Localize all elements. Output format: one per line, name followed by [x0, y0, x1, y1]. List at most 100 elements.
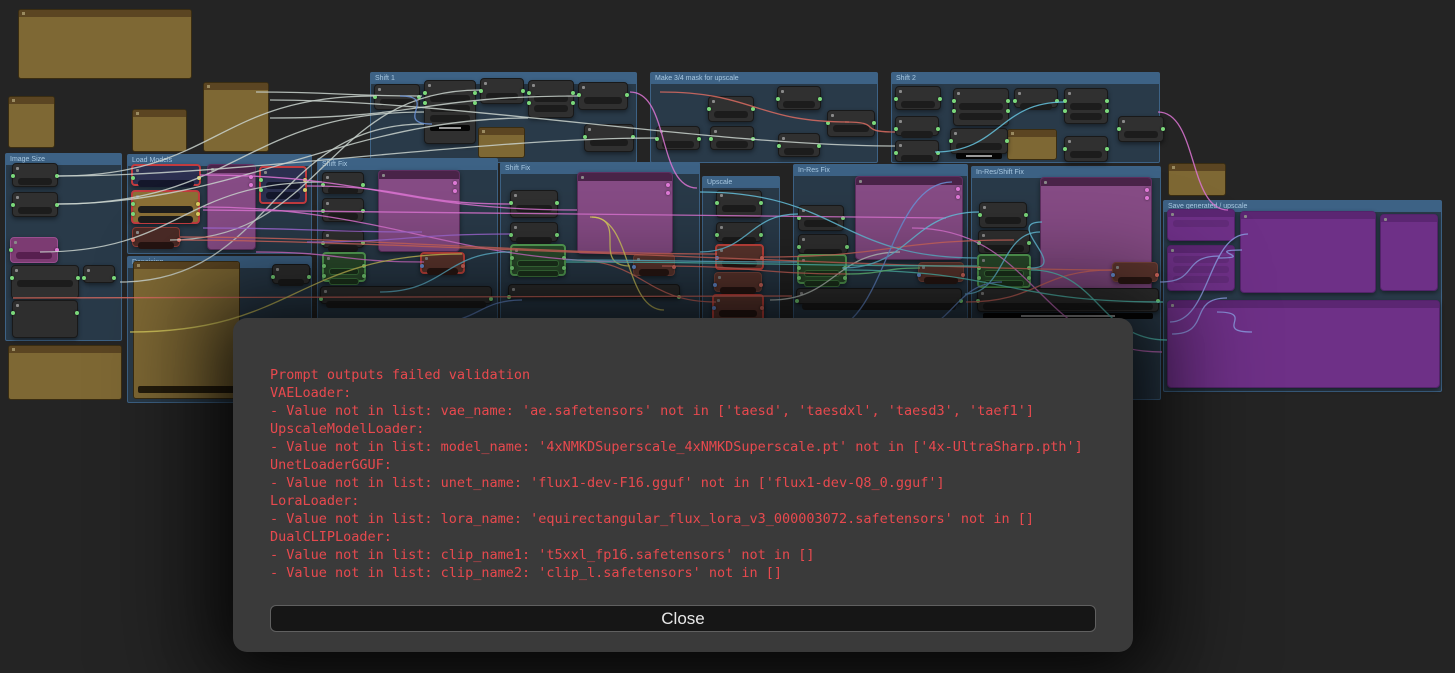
output-port[interactable]	[417, 95, 421, 99]
node-widget[interactable]	[18, 207, 52, 214]
seed-widget[interactable]	[430, 125, 470, 131]
graph-node[interactable]	[716, 222, 762, 242]
note-node[interactable]	[1168, 163, 1226, 196]
input-port[interactable]	[713, 283, 717, 287]
graph-node[interactable]	[510, 244, 566, 276]
node-widget[interactable]	[959, 113, 1003, 120]
input-port[interactable]	[583, 135, 587, 139]
output-port[interactable]	[521, 89, 525, 93]
input-port[interactable]	[321, 183, 325, 187]
graph-node[interactable]	[1064, 136, 1108, 162]
node-widget[interactable]	[804, 280, 840, 287]
node-widget[interactable]	[639, 269, 669, 276]
graph-node[interactable]	[895, 140, 939, 162]
input-port[interactable]	[632, 265, 636, 269]
graph-node[interactable]	[584, 124, 634, 152]
note-node[interactable]	[18, 9, 192, 79]
output-port[interactable]	[197, 176, 201, 180]
output-port[interactable]	[872, 121, 876, 125]
graph-node[interactable]	[272, 264, 310, 284]
graph-node[interactable]	[578, 82, 628, 110]
node-widget[interactable]	[804, 270, 840, 277]
graph-node[interactable]	[977, 254, 1031, 288]
input-port[interactable]	[977, 276, 981, 280]
input-port[interactable]	[373, 95, 377, 99]
output-port[interactable]	[361, 209, 365, 213]
input-port[interactable]	[952, 99, 956, 103]
output-port[interactable]	[936, 151, 940, 155]
image-preview-node[interactable]	[378, 170, 460, 252]
output-port[interactable]	[817, 144, 821, 148]
input-port[interactable]	[797, 276, 801, 280]
input-port[interactable]	[9, 248, 13, 252]
graph-node[interactable]	[1112, 262, 1158, 282]
graph-node[interactable]	[895, 116, 939, 136]
input-port[interactable]	[797, 266, 801, 270]
output-port[interactable]	[677, 295, 681, 299]
output-port[interactable]	[75, 311, 79, 315]
node-widget[interactable]	[1124, 131, 1158, 138]
output-port[interactable]	[112, 276, 116, 280]
graph-node[interactable]	[714, 272, 762, 292]
graph-node[interactable]	[480, 78, 524, 104]
node-widget[interactable]	[266, 182, 300, 189]
graph-node[interactable]	[83, 265, 115, 283]
node-widget[interactable]	[1173, 276, 1229, 283]
output-port[interactable]	[562, 266, 566, 270]
input-port[interactable]	[715, 233, 719, 237]
input-port[interactable]	[978, 213, 982, 217]
output-port[interactable]	[1055, 99, 1059, 103]
output-port[interactable]	[55, 248, 59, 252]
node-widget[interactable]	[714, 111, 748, 118]
image-preview-node[interactable]	[1040, 177, 1152, 303]
graph-node[interactable]	[131, 164, 201, 186]
node-widget[interactable]	[329, 278, 359, 285]
output-port[interactable]	[938, 97, 942, 101]
input-port[interactable]	[527, 101, 531, 105]
input-port[interactable]	[655, 137, 659, 141]
node-widget[interactable]	[722, 237, 756, 244]
input-port[interactable]	[509, 233, 513, 237]
graph-node[interactable]	[322, 252, 366, 282]
note-node[interactable]	[132, 109, 187, 152]
note-node[interactable]	[1007, 129, 1057, 160]
graph-node[interactable]	[778, 133, 820, 157]
node-widget[interactable]	[534, 105, 568, 112]
output-port[interactable]	[631, 135, 635, 139]
graph-node[interactable]	[528, 80, 574, 118]
note-node[interactable]	[133, 261, 240, 399]
node-widget[interactable]	[534, 95, 568, 102]
node-widget[interactable]	[722, 205, 756, 212]
node-widget[interactable]	[1118, 277, 1152, 284]
node-widget[interactable]	[138, 242, 174, 249]
graph-node[interactable]	[656, 126, 700, 150]
output-port[interactable]	[571, 101, 575, 105]
node-widget[interactable]	[427, 268, 458, 275]
input-port[interactable]	[322, 264, 326, 268]
input-port[interactable]	[259, 188, 263, 192]
image-preview-node[interactable]	[1167, 300, 1440, 388]
input-port[interactable]	[423, 101, 427, 105]
output-port[interactable]	[845, 245, 849, 249]
output-port[interactable]	[555, 233, 559, 237]
graph-node[interactable]	[918, 262, 964, 282]
node-widget[interactable]	[1070, 151, 1102, 158]
graph-node[interactable]	[420, 252, 465, 274]
input-port[interactable]	[510, 266, 514, 270]
node-widget[interactable]	[901, 131, 933, 138]
node-widget[interactable]	[783, 101, 815, 108]
input-port[interactable]	[10, 276, 14, 280]
node-widget[interactable]	[486, 93, 518, 100]
node-widget[interactable]	[328, 213, 358, 220]
output-port[interactable]	[625, 93, 629, 97]
input-port[interactable]	[977, 241, 981, 245]
input-port[interactable]	[319, 297, 323, 301]
input-port[interactable]	[11, 203, 15, 207]
output-port[interactable]	[1005, 139, 1009, 143]
input-port[interactable]	[917, 273, 921, 277]
note-node[interactable]	[478, 127, 525, 158]
input-port[interactable]	[510, 256, 514, 260]
graph-node[interactable]	[633, 254, 675, 276]
output-port[interactable]	[751, 137, 755, 141]
input-port[interactable]	[271, 275, 275, 279]
